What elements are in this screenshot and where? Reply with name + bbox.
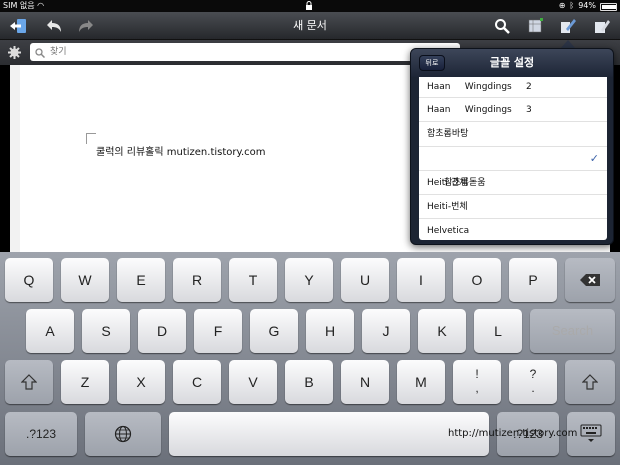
back-button[interactable]: 뒤로	[419, 55, 445, 71]
key-c[interactable]: C	[173, 360, 221, 404]
gear-icon[interactable]	[8, 46, 21, 59]
keyboard: Q W E R T Y U I O P A S D F G H J K L Se…	[0, 252, 620, 465]
space-key[interactable]	[169, 412, 489, 456]
key-u[interactable]: U	[341, 258, 389, 302]
key-k[interactable]: K	[418, 309, 466, 353]
checkmark-icon: ✓	[589, 151, 599, 165]
font-popover: 글꼴 설정 뒤로 Haan Wingdings 2 Haan Wingdings…	[410, 48, 614, 245]
key-r[interactable]: R	[173, 258, 221, 302]
key-m[interactable]: M	[397, 360, 445, 404]
redo-button[interactable]	[74, 15, 98, 37]
shift-key-left[interactable]	[5, 360, 53, 404]
font-list-item[interactable]: Heiti-번체	[419, 195, 607, 220]
battery-icon	[600, 3, 617, 11]
format-pen-icon	[561, 19, 576, 33]
carrier-text: SIM 없음	[3, 1, 35, 10]
font-list-item[interactable]: Haan Wingdings 3	[419, 98, 607, 123]
keyboard-hide-icon	[580, 424, 602, 442]
insert-table-icon	[528, 18, 543, 33]
key-a[interactable]: A	[26, 309, 74, 353]
key-exclamation[interactable]: ! ,	[453, 360, 501, 404]
key-h[interactable]: H	[306, 309, 354, 353]
shift-key-right[interactable]	[565, 360, 615, 404]
wifi-icon: ◠	[37, 1, 45, 10]
shift-icon	[581, 374, 599, 390]
font-list-item[interactable]: Haan Wingdings 2	[419, 77, 607, 98]
key-y[interactable]: Y	[285, 258, 333, 302]
shift-icon	[20, 374, 38, 390]
search-icon	[35, 48, 45, 58]
status-bar: SIM 없음 ◠ ⊕ ᛒ 94%	[0, 0, 620, 12]
exit-icon	[10, 19, 26, 33]
key-o[interactable]: O	[453, 258, 501, 302]
key-n[interactable]: N	[341, 360, 389, 404]
bluetooth-icon: ᛒ	[569, 1, 575, 10]
magnifier-icon	[495, 19, 510, 34]
key-e[interactable]: E	[117, 258, 165, 302]
exit-button[interactable]	[6, 15, 30, 37]
status-right: ⊕ ᛒ 94%	[559, 0, 617, 12]
font-list-item[interactable]: 함초롬바탕	[419, 122, 607, 147]
globe-key[interactable]	[85, 412, 161, 456]
key-p[interactable]: P	[509, 258, 557, 302]
rotation-lock-icon: ⊕	[558, 1, 566, 10]
key-q[interactable]: Q	[5, 258, 53, 302]
key-f[interactable]: F	[194, 309, 242, 353]
undo-icon	[47, 20, 61, 32]
font-list-item-selected[interactable]: 함초롬돋움 ✓	[419, 147, 607, 188]
backspace-button[interactable]	[565, 258, 615, 302]
key-t[interactable]: T	[229, 258, 277, 302]
search-key[interactable]: Search	[530, 309, 615, 353]
battery-percent: 94%	[578, 1, 596, 10]
font-list-item[interactable]: Helvetica	[419, 219, 607, 240]
font-list-item[interactable]: Heiti-간체	[419, 171, 607, 196]
search-input[interactable]	[30, 43, 460, 61]
page-margin	[10, 65, 20, 252]
key-v[interactable]: V	[229, 360, 277, 404]
numbers-key[interactable]: .?123	[5, 412, 77, 456]
key-l[interactable]: L	[474, 309, 522, 353]
redo-icon	[79, 20, 93, 32]
watermark-url: http://mutizen.tistory.com	[448, 428, 578, 439]
key-z[interactable]: Z	[61, 360, 109, 404]
search-toolbar-button[interactable]	[490, 15, 514, 37]
key-s[interactable]: S	[82, 309, 130, 353]
lock-icon	[306, 1, 312, 10]
backspace-icon	[580, 274, 600, 286]
insert-button[interactable]	[524, 15, 548, 37]
key-x[interactable]: X	[117, 360, 165, 404]
format-button[interactable]	[556, 15, 580, 37]
key-question[interactable]: ? .	[509, 360, 557, 404]
toolbar: 새 문서	[0, 12, 620, 40]
font-list: Haan Wingdings 2 Haan Wingdings 3 함초롬바탕 …	[419, 77, 607, 240]
document-text[interactable]: 쿨럭의 리뷰홀릭 mutizen.tistory.com	[96, 143, 266, 158]
key-i[interactable]: I	[397, 258, 445, 302]
popover-header: 글꼴 설정 뒤로	[411, 49, 613, 77]
key-b[interactable]: B	[285, 360, 333, 404]
carrier-label: SIM 없음 ◠	[3, 0, 44, 12]
key-w[interactable]: W	[61, 258, 109, 302]
key-g[interactable]: G	[250, 309, 298, 353]
paragraph-marker	[86, 133, 96, 144]
key-d[interactable]: D	[138, 309, 186, 353]
key-j[interactable]: J	[362, 309, 410, 353]
undo-button[interactable]	[42, 15, 66, 37]
globe-icon	[114, 425, 132, 443]
wrench-icon	[595, 20, 610, 33]
tools-button[interactable]	[590, 15, 614, 37]
